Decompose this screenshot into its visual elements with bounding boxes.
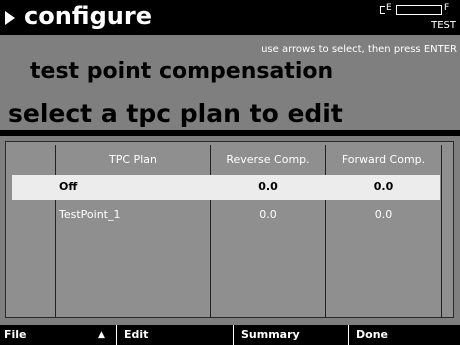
table-cell-forward-comp[interactable]: 0.0 xyxy=(326,204,441,226)
battery-terminal-icon xyxy=(380,6,385,14)
softkey-separator xyxy=(116,325,117,345)
softkey-separator xyxy=(233,325,234,345)
edit-softkey[interactable]: Edit xyxy=(124,325,148,345)
title-bar: configure E F TEST xyxy=(0,0,460,35)
battery-empty-label: E xyxy=(386,3,392,13)
column-header-tpc-plan: TPC Plan xyxy=(109,153,157,166)
mode-label: TEST xyxy=(431,20,456,31)
screen-mode-title: configure xyxy=(24,2,152,30)
summary-softkey[interactable]: Summary xyxy=(241,325,300,345)
up-arrow-icon[interactable]: ▲ xyxy=(98,325,105,345)
table-cell-reverse-comp[interactable]: 0.0 xyxy=(211,204,325,226)
battery-full-label: F xyxy=(444,3,450,13)
page-title: test point compensation xyxy=(30,59,334,84)
column-header-reverse-comp: Reverse Comp. xyxy=(226,153,310,166)
table-cell-plan[interactable]: Off xyxy=(59,176,77,198)
file-softkey[interactable]: File xyxy=(4,325,27,345)
battery-gauge xyxy=(396,5,442,15)
section-heading: select a tpc plan to edit xyxy=(8,99,343,128)
table-cell-plan[interactable]: TestPoint_1 xyxy=(59,204,120,226)
done-softkey[interactable]: Done xyxy=(356,325,388,345)
play-arrow-icon xyxy=(5,11,15,25)
column-header-forward-comp: Forward Comp. xyxy=(341,153,426,166)
instruction-text: use arrows to select, then press ENTER xyxy=(261,44,457,55)
battery-indicator: E F xyxy=(380,3,453,15)
softkey-bar: File ▲ Edit Summary Done xyxy=(0,325,460,345)
table-cell-reverse-comp[interactable]: 0.0 xyxy=(211,176,325,198)
column-separator xyxy=(441,145,442,317)
heading-divider xyxy=(0,130,460,136)
softkey-separator xyxy=(348,325,349,345)
table-cell-forward-comp[interactable]: 0.0 xyxy=(326,176,441,198)
